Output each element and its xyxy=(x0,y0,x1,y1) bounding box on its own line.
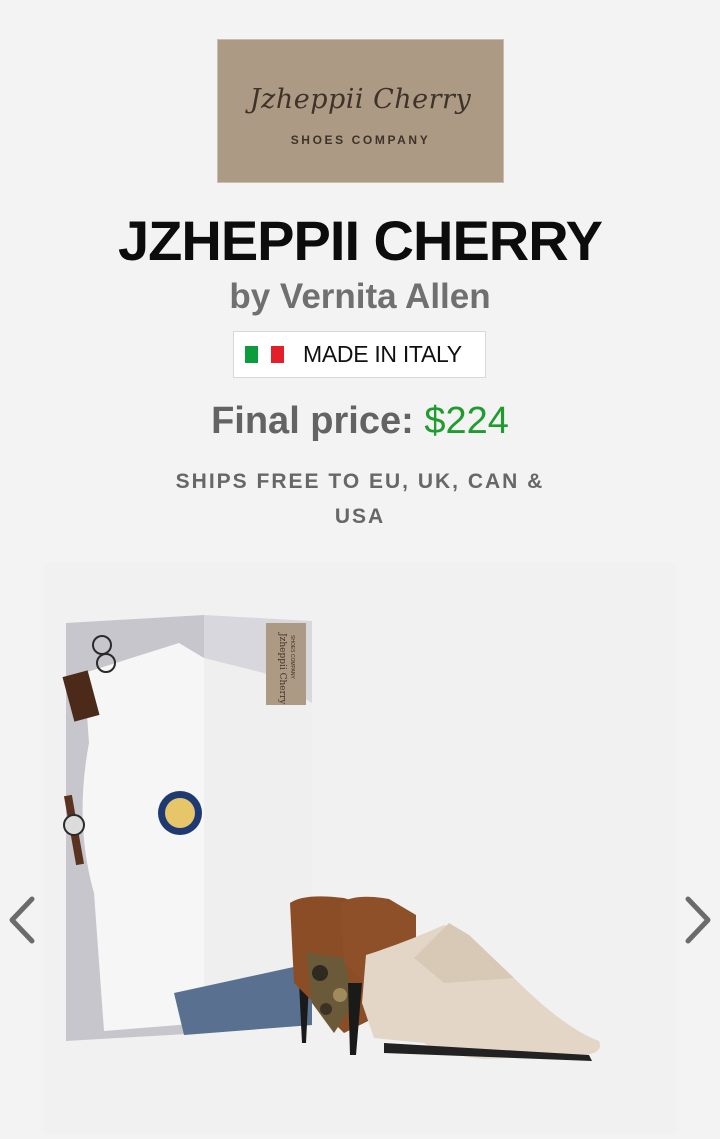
badge-text: MADE IN ITALY xyxy=(303,341,462,367)
product-byline: by Vernita Allen xyxy=(229,277,491,316)
made-in-italy-badge: MADE IN ITALY xyxy=(233,331,486,378)
price-value: $224 xyxy=(424,400,509,442)
chevron-left-icon xyxy=(9,896,35,944)
italy-flag-icon xyxy=(245,346,284,363)
logo-sub-text: SHOES COMPANY xyxy=(290,133,431,147)
product-title: JZHEPPII CHERRY xyxy=(118,209,603,272)
shoes-image xyxy=(290,896,600,1061)
box-label-script: Jzheppii Cherry xyxy=(277,632,287,705)
brand-logo: Jzheppii Cherry SHOES COMPANY xyxy=(217,39,504,183)
carousel-prev-button[interactable] xyxy=(2,890,42,950)
box-label-sub: SHOES COMPANY xyxy=(289,635,295,679)
price-label: Final price: xyxy=(211,400,414,442)
product-image: Jzheppii Cherry SHOES COMPANY xyxy=(62,615,600,1061)
shoe-box-image: Jzheppii Cherry SHOES COMPANY xyxy=(62,615,312,1041)
chevron-right-icon xyxy=(685,896,711,944)
shipping-note: SHIPS FREE TO EU, UK, CAN & USA xyxy=(175,470,545,528)
product-image-carousel[interactable]: Jzheppii Cherry SHOES COMPANY xyxy=(44,563,676,1134)
price-line: Final price: $224 xyxy=(0,400,720,443)
logo-script-text: Jzheppii Cherry xyxy=(249,84,472,115)
carousel-next-button[interactable] xyxy=(678,890,718,950)
